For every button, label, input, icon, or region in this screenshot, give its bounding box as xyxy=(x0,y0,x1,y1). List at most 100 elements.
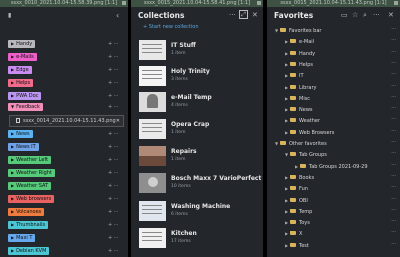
more-options-icon[interactable]: ··· xyxy=(391,94,396,100)
tab-group-chip[interactable]: ▶ Web browsers xyxy=(8,195,55,203)
tab-group-actions[interactable]: + ⋯ xyxy=(108,143,119,151)
tab-group-actions[interactable]: + ⋯ xyxy=(108,234,119,242)
tab-group-chip[interactable]: ▶ Weather Right xyxy=(8,169,55,177)
collection-name: Bosch Maxx 7 VarioPerfect xyxy=(171,175,262,182)
favorite-folder[interactable]: ▶ Weather xyxy=(285,116,320,126)
tab-group-chip[interactable]: ▶ Debian KVM xyxy=(8,247,50,255)
more-options-icon[interactable]: ··· xyxy=(229,11,236,19)
more-options-icon[interactable]: ··· xyxy=(373,11,380,19)
more-options-icon[interactable]: ··· xyxy=(391,49,396,55)
tab-group-chip[interactable]: ▶ Weather SAT xyxy=(8,182,52,190)
collection-item[interactable]: IT Stuff 1 item xyxy=(139,38,261,64)
more-options-icon[interactable]: ··· xyxy=(391,105,396,111)
more-options-icon[interactable]: ··· xyxy=(391,218,396,224)
favorite-folder[interactable]: ▼ Favorites bar xyxy=(275,26,321,36)
favorite-folder[interactable]: ▶ Books xyxy=(285,173,314,183)
tab-group-chip[interactable]: ▼ Feedback xyxy=(8,103,43,111)
window-titlebar[interactable]: ssxx_0010_2021.10.04-15.58.39.png [1:1] xyxy=(0,0,128,7)
favorite-folder[interactable]: ▶ Web Browsers xyxy=(285,128,334,138)
favorite-folder[interactable]: ▶ Library xyxy=(285,83,316,93)
favorite-folder[interactable]: ▶ Handy xyxy=(285,49,315,59)
tab-group-actions[interactable]: + ⋯ xyxy=(108,103,119,111)
search-icon[interactable]: ⌕ xyxy=(363,11,367,19)
more-options-icon[interactable]: ··· xyxy=(391,128,396,134)
more-options-icon[interactable]: ··· xyxy=(391,241,396,247)
favorite-folder[interactable]: ▶ X xyxy=(285,229,302,239)
more-options-icon[interactable]: ··· xyxy=(391,184,396,190)
tab-group-chip[interactable]: ▶ Helps xyxy=(8,79,34,87)
tab-group-chip[interactable]: ▶ Thumbnails xyxy=(8,221,49,229)
more-options-icon[interactable]: ··· xyxy=(391,116,396,122)
more-options-icon[interactable]: ··· xyxy=(391,173,396,179)
tab-group-actions[interactable]: + ⋯ xyxy=(108,221,119,229)
more-options-icon[interactable]: ··· xyxy=(391,207,396,213)
tab-group-actions[interactable]: + ⋯ xyxy=(108,79,119,87)
collection-item[interactable]: Washing Machine 6 items xyxy=(139,199,261,225)
close-icon[interactable]: ✕ xyxy=(252,11,258,19)
collection-item[interactable]: Bosch Maxx 7 VarioPerfect 10 items xyxy=(139,171,261,197)
tab-group-actions[interactable]: + ⋯ xyxy=(108,247,119,255)
tab-group-chip[interactable]: ▶ Maxi T xyxy=(8,234,36,242)
window-control-icon[interactable] xyxy=(122,1,126,5)
favorite-folder[interactable]: ▶ Misc xyxy=(285,94,310,104)
sidebar-toggle-icon[interactable]: ▮ xyxy=(8,12,11,20)
favorite-folder[interactable]: ▼ Other favorites xyxy=(275,139,327,149)
favorite-folder[interactable]: ▶ OBI xyxy=(285,196,308,206)
add-folder-icon[interactable]: ▭ xyxy=(341,11,348,19)
close-icon[interactable]: ✕ xyxy=(388,11,394,19)
collection-item[interactable]: Holy Trinity 3 items xyxy=(139,64,261,90)
close-icon[interactable]: ✕ xyxy=(116,116,120,126)
collection-item[interactable]: Repairs 1 item xyxy=(139,144,261,170)
tab-group-chip[interactable]: ▶ Weather Left xyxy=(8,156,52,164)
tab-group-chip[interactable]: ▶ PWA Doc xyxy=(8,92,42,100)
tab-group-actions[interactable]: + ⋯ xyxy=(108,130,119,138)
favorite-folder[interactable]: ▶ Test xyxy=(285,241,309,251)
favorite-folder[interactable]: ▶ Helps xyxy=(285,60,313,70)
tab-group-actions[interactable]: + ⋯ xyxy=(108,208,119,216)
more-options-icon[interactable]: ··· xyxy=(391,60,396,66)
favorite-folder[interactable]: ▶ Toys xyxy=(285,218,310,228)
favorite-folder[interactable]: ▶ Fun xyxy=(285,184,308,194)
favorite-folder[interactable]: ▶ Tab Groups 2021-09-29 xyxy=(295,162,368,172)
add-favorite-icon[interactable]: ☆ xyxy=(352,11,358,19)
window-control-icon[interactable] xyxy=(394,1,398,5)
favorite-folder[interactable]: ▶ Temp xyxy=(285,207,312,217)
more-options-icon[interactable]: ··· xyxy=(391,37,396,43)
favorite-folder[interactable]: ▶ IT xyxy=(285,71,304,81)
favorite-folder[interactable]: ▼ Tab Groups xyxy=(285,150,327,160)
collection-item[interactable]: e-Mail Temp 4 items xyxy=(139,90,261,116)
window-control-icon[interactable] xyxy=(257,1,261,5)
more-options-icon[interactable]: ··· xyxy=(391,196,396,202)
tab-group-actions[interactable]: + ⋯ xyxy=(108,156,119,164)
window-titlebar[interactable]: ssxx_0015_2021.10.04-15.11.43.png [1:1] xyxy=(267,0,400,7)
more-options-icon[interactable]: ··· xyxy=(391,71,396,77)
tab-group-actions[interactable]: + ⋯ xyxy=(108,66,119,74)
start-new-collection-link[interactable]: + Start new collection xyxy=(143,24,199,30)
tab-group-chip[interactable]: ▶ News xyxy=(8,130,33,138)
tab-group-chip[interactable]: ▶ Volcanoes xyxy=(8,208,45,216)
collection-item[interactable]: Opera Crap 1 item xyxy=(139,117,261,143)
pin-icon[interactable]: ⤢ xyxy=(239,10,248,19)
window-titlebar[interactable]: ssxx_0015_2021.10.04-15.58.41.png [1:1] xyxy=(131,0,263,7)
tab-group-chip[interactable]: ▶ e-Mails xyxy=(8,53,37,61)
favorite-folder[interactable]: ▶ News xyxy=(285,105,313,115)
tab-group-actions[interactable]: + ⋯ xyxy=(108,92,119,100)
tab-group-actions[interactable]: + ⋯ xyxy=(108,53,119,61)
tab-group-actions[interactable]: + ⋯ xyxy=(108,169,119,177)
tab-group-chip[interactable]: ▶ Edge xyxy=(8,66,32,74)
more-options-icon[interactable]: ··· xyxy=(391,139,396,145)
more-options-icon[interactable]: ··· xyxy=(391,83,396,89)
favorite-folder[interactable]: ▶ e-Mail xyxy=(285,37,314,47)
tab-group-actions[interactable]: + ⋯ xyxy=(108,40,119,48)
tab-group-chip[interactable]: ▶ News IT xyxy=(8,143,39,151)
chevron-left-icon[interactable]: ‹ xyxy=(116,12,119,20)
tab-group-actions[interactable]: + ⋯ xyxy=(108,195,119,203)
more-options-icon[interactable]: ··· xyxy=(391,150,396,156)
collection-item[interactable]: Kitchen 17 items xyxy=(139,226,261,252)
tab-group-actions[interactable]: + ⋯ xyxy=(108,182,119,190)
more-options-icon[interactable]: ··· xyxy=(391,229,396,235)
more-options-icon[interactable]: ··· xyxy=(391,26,396,32)
tab-group-chip[interactable]: ▶ Handy xyxy=(8,40,36,48)
tab-item[interactable]: ssxx_0014_2021.10.04-15.11.43.png ✕ xyxy=(9,115,124,127)
more-options-icon[interactable]: ··· xyxy=(391,162,396,168)
